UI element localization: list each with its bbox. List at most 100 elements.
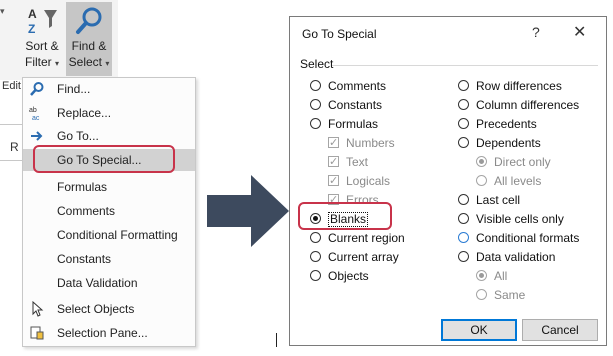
- radio-button[interactable]: [458, 232, 469, 243]
- dialog-title: Go To Special: [302, 27, 377, 41]
- pointer-icon: [32, 301, 44, 317]
- sort-filter-button[interactable]: A Z Sort & Filter ▾: [18, 2, 66, 76]
- ribbon-dropdown-arrow: ▾: [0, 6, 5, 16]
- find-select-label-1: Find &: [71, 39, 107, 53]
- menu-item-formulas[interactable]: Formulas: [23, 176, 195, 198]
- radio-button[interactable]: [458, 80, 469, 91]
- option-label: Numbers: [346, 136, 395, 150]
- svg-text:Z: Z: [28, 22, 35, 36]
- find-dropdown-glyph: ▾: [105, 59, 110, 68]
- group-divider: [332, 65, 598, 66]
- find-select-label-2: Select: [68, 55, 102, 69]
- menu-item-label: Constants: [57, 252, 112, 266]
- radio-button[interactable]: [476, 289, 487, 300]
- option-label: Row differences: [476, 79, 562, 93]
- arrow-right-icon: [31, 131, 43, 141]
- option-label: Column differences: [476, 98, 580, 112]
- option-label: Objects: [328, 269, 369, 283]
- radio-button[interactable]: [476, 175, 487, 186]
- radio-button[interactable]: [310, 99, 321, 110]
- ok-button[interactable]: OK: [441, 319, 517, 341]
- option-label: All: [494, 269, 508, 283]
- option-label: Logicals: [346, 174, 391, 188]
- radio-button[interactable]: [458, 118, 469, 129]
- radio-button[interactable]: [310, 80, 321, 91]
- sheet-gridline: [0, 160, 22, 161]
- menu-item-label: Go To...: [57, 129, 99, 143]
- sort-filter-label-2: Filter: [24, 55, 52, 69]
- menu-item-constants[interactable]: Constants: [23, 248, 195, 270]
- option-label: Constants: [328, 98, 383, 112]
- menu-item-label: Comments: [57, 204, 116, 218]
- option-label: Precedents: [476, 117, 537, 131]
- radio-button[interactable]: [310, 270, 321, 281]
- option-label: Current region: [328, 231, 405, 245]
- sort-filter-label-1: Sort &: [25, 39, 59, 53]
- menu-item-comments[interactable]: Comments: [23, 200, 195, 222]
- radio-button-selected[interactable]: [476, 156, 487, 167]
- option-label: Formulas: [328, 117, 379, 131]
- option-label: Same: [494, 288, 526, 302]
- menu-item-label: Selection Pane...: [57, 326, 148, 340]
- arrow-right-icon: [207, 175, 289, 247]
- menu-item-label: Select Objects: [57, 302, 135, 316]
- sheet-gridline: [0, 124, 22, 125]
- radio-button[interactable]: [310, 232, 321, 243]
- option-label: Comments: [328, 79, 387, 93]
- radio-button[interactable]: [310, 251, 321, 262]
- option-label: Conditional formats: [476, 231, 580, 245]
- menu-item-select-objects[interactable]: Select Objects: [23, 298, 195, 320]
- find-select-button[interactable]: Find & Select ▾: [66, 2, 112, 76]
- radio-button-selected[interactable]: [476, 270, 487, 281]
- radio-button[interactable]: [458, 251, 469, 262]
- replace-icon: ab ac: [29, 107, 40, 121]
- sort-az-icon: A Z: [28, 7, 57, 36]
- option-label: All levels: [494, 174, 542, 188]
- radio-button[interactable]: [310, 118, 321, 129]
- column-header-r: R: [10, 140, 19, 154]
- close-icon[interactable]: ✕: [573, 22, 586, 42]
- checkbox[interactable]: [328, 153, 339, 171]
- radio-button[interactable]: [458, 213, 469, 224]
- option-label: Dependents: [476, 136, 541, 150]
- menu-item-label: Replace...: [57, 106, 112, 120]
- help-icon[interactable]: ?: [532, 24, 540, 40]
- checkbox[interactable]: [328, 134, 339, 152]
- editing-group-label: Edit: [2, 80, 21, 92]
- option-label: Direct only: [494, 155, 551, 169]
- ribbon-editing-group: ▾ A Z Sort & Filter ▾ Find & Select ▾: [0, 0, 118, 80]
- menu-item-find[interactable]: Find...: [23, 78, 195, 100]
- blanks-highlight: [298, 202, 392, 230]
- menu-item-label: Conditional Formatting: [57, 228, 178, 242]
- svg-text:ac: ac: [32, 115, 40, 121]
- find-select-menu: Find... ab ac Replace... Go To... Go To …: [22, 77, 196, 347]
- magnifier-icon: [76, 7, 102, 34]
- select-group-label: Select: [300, 57, 334, 71]
- menu-item-label: Data Validation: [57, 276, 138, 290]
- menu-item-label: Formulas: [57, 180, 108, 194]
- checkbox[interactable]: [328, 172, 339, 190]
- go-to-special-highlight: [33, 145, 175, 173]
- menu-item-go-to[interactable]: Go To...: [23, 125, 195, 147]
- option-label: Current array: [328, 250, 399, 264]
- selection-pane-icon: [30, 326, 44, 340]
- option-label: Last cell: [476, 193, 521, 207]
- menu-item-replace[interactable]: ab ac Replace...: [23, 102, 195, 124]
- radio-button[interactable]: [458, 194, 469, 205]
- radio-button[interactable]: [458, 137, 469, 148]
- option-label: Text: [346, 155, 369, 169]
- option-label: Visible cells only: [476, 212, 564, 226]
- menu-item-conditional-formatting[interactable]: Conditional Formatting: [23, 224, 195, 246]
- menu-item-data-validation[interactable]: Data Validation: [23, 272, 195, 294]
- sort-dropdown-glyph: ▾: [55, 59, 60, 68]
- option-label: Data validation: [476, 250, 556, 264]
- menu-item-label: Find...: [57, 82, 91, 96]
- text-cursor: [276, 333, 277, 347]
- radio-button[interactable]: [458, 99, 469, 110]
- go-to-special-dialog: Go To Special ? ✕ Select Comments Consta…: [289, 16, 607, 346]
- cancel-button[interactable]: Cancel: [522, 319, 598, 341]
- svg-text:A: A: [28, 7, 37, 21]
- svg-text:ab: ab: [29, 107, 37, 114]
- menu-item-selection-pane[interactable]: Selection Pane...: [23, 322, 195, 344]
- magnifier-icon: [30, 82, 44, 96]
